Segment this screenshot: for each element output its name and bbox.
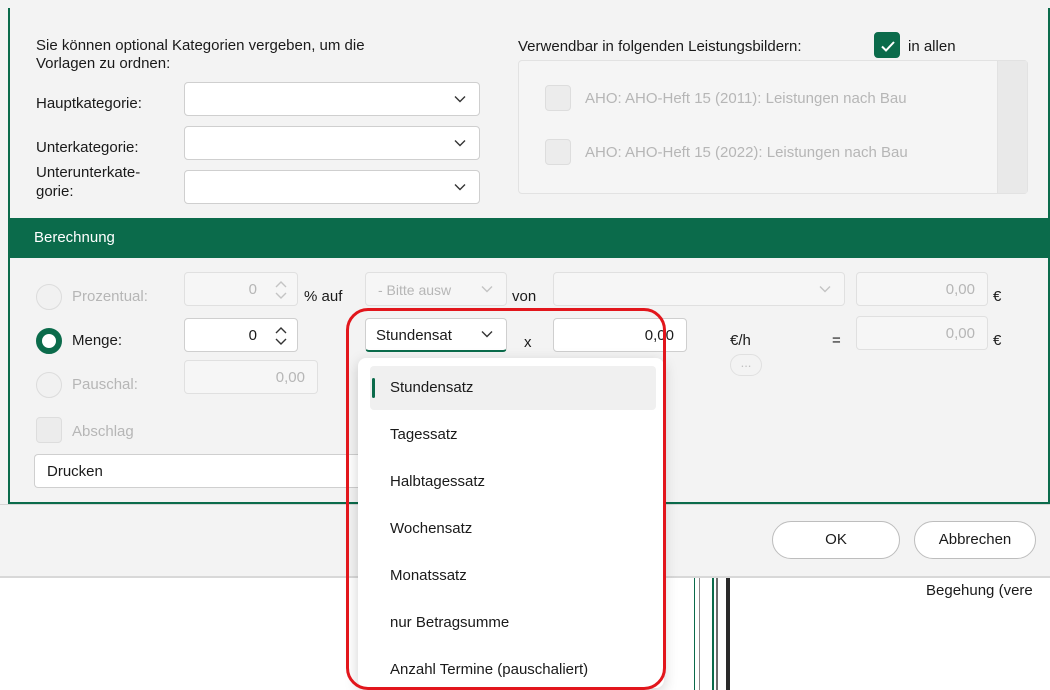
- rate-type-dropdown: Stundensatz Tagessatz Halbtagessatz Woch…: [358, 358, 664, 688]
- option-label: Tagessatz: [390, 426, 458, 443]
- sub-category-label: Unterkategorie:: [36, 139, 139, 156]
- usage-item-label: AHO: AHO-Heft 15 (2022): Leistungen nach…: [585, 144, 908, 161]
- percent-basis-select[interactable]: - Bitte ausw: [365, 272, 507, 306]
- prozentual-label: Prozentual:: [72, 288, 148, 305]
- currency-label: €: [993, 332, 1002, 349]
- option-label: Wochensatz: [390, 520, 473, 537]
- spinner-icon[interactable]: [273, 277, 289, 303]
- rate-unit-label: €/h: [730, 332, 751, 349]
- menge-label: Menge:: [72, 332, 123, 349]
- background-divider: [694, 578, 700, 690]
- menge-result: 0,00: [856, 316, 988, 350]
- section-header-berechnung: Berechnung: [10, 218, 1050, 258]
- rate-input[interactable]: 0,00: [553, 318, 687, 352]
- menge-input[interactable]: 0: [184, 318, 298, 352]
- menge-value: 0: [248, 327, 257, 344]
- dropdown-option-nur-betragsumme[interactable]: nur Betragsumme: [370, 601, 656, 645]
- subsub-category-label-2: gorie:: [36, 183, 74, 200]
- prozentual-result-value: 0,00: [945, 281, 975, 298]
- option-label: Stundensatz: [390, 379, 474, 396]
- check-icon: [881, 41, 895, 52]
- option-label: nur Betragsumme: [390, 614, 510, 631]
- dropdown-option-tagessatz[interactable]: Tagessatz: [370, 413, 656, 457]
- usage-label: Verwendbar in folgenden Leistungsbildern…: [518, 38, 802, 55]
- pauschal-label: Pauschal:: [72, 376, 138, 393]
- subsub-category-label-1: Unterunterkate-: [36, 164, 141, 181]
- usage-scrollbar[interactable]: [997, 61, 1027, 193]
- usage-item-label: AHO: AHO-Heft 15 (2011): Leistungen nach…: [585, 90, 907, 107]
- print-value: Drucken: [47, 463, 103, 480]
- selection-indicator: [372, 378, 375, 398]
- abschlag-label: Abschlag: [72, 423, 134, 440]
- menge-radio[interactable]: [36, 328, 62, 354]
- background-text: Begehung (vere: [926, 582, 1033, 599]
- all-checkbox[interactable]: [874, 32, 900, 58]
- subsub-category-select[interactable]: [184, 170, 480, 204]
- sub-category-select[interactable]: [184, 126, 480, 160]
- dropdown-option-wochensatz[interactable]: Wochensatz: [370, 507, 656, 551]
- prozentual-input[interactable]: 0: [184, 272, 298, 306]
- chevron-down-icon: [453, 92, 467, 106]
- rate-more-button[interactable]: ...: [730, 354, 762, 376]
- percent-basis-placeholder: - Bitte ausw: [378, 282, 452, 298]
- option-label: Halbtagessatz: [390, 473, 486, 490]
- main-category-label: Hauptkategorie:: [36, 95, 142, 112]
- main-category-select[interactable]: [184, 82, 480, 116]
- dropdown-option-halbtagessatz[interactable]: Halbtagessatz: [370, 460, 656, 504]
- categories-intro-2: Vorlagen zu ordnen:: [36, 55, 171, 72]
- times-label: x: [524, 334, 532, 351]
- usage-item-checkbox[interactable]: [545, 139, 571, 165]
- abschlag-checkbox[interactable]: [36, 417, 62, 443]
- rate-value: 0,00: [644, 327, 674, 344]
- dropdown-option-monatssatz[interactable]: Monatssatz: [370, 554, 656, 598]
- dropdown-option-stundensatz[interactable]: Stundensatz: [370, 366, 656, 410]
- usage-list: AHO: AHO-Heft 15 (2011): Leistungen nach…: [518, 60, 1028, 194]
- von-select[interactable]: [553, 272, 845, 306]
- prozentual-radio[interactable]: [36, 284, 62, 310]
- von-label: von: [512, 288, 537, 305]
- chevron-down-icon: [453, 180, 467, 194]
- ok-button[interactable]: OK: [772, 521, 900, 559]
- prozentual-value: 0: [248, 281, 257, 298]
- section-title: Berechnung: [34, 229, 115, 246]
- cancel-button[interactable]: Abbrechen: [914, 521, 1036, 559]
- background-window: Begehung (vere: [712, 578, 1050, 690]
- equals-label: =: [832, 332, 841, 349]
- print-select[interactable]: Drucken: [34, 454, 364, 488]
- prozentual-result: 0,00: [856, 272, 988, 306]
- rate-type-value: Stundensat: [376, 327, 452, 344]
- background-divider: [726, 578, 730, 690]
- pauschal-input[interactable]: 0,00: [184, 360, 318, 394]
- chevron-down-icon: [480, 327, 494, 341]
- option-label: Monatssatz: [390, 567, 467, 584]
- pauschal-value: 0,00: [275, 369, 305, 386]
- percent-on-label: % auf: [304, 288, 343, 305]
- currency-label: €: [993, 288, 1002, 305]
- all-label: in allen: [908, 38, 956, 55]
- spinner-icon[interactable]: [273, 323, 289, 349]
- categories-intro: Sie können optional Kategorien vergeben,…: [36, 37, 365, 54]
- chevron-down-icon: [480, 282, 494, 296]
- background-divider: [712, 578, 718, 690]
- rate-type-select[interactable]: Stundensat: [365, 318, 507, 352]
- chevron-down-icon: [818, 282, 832, 296]
- option-label: Anzahl Termine (pauschaliert): [390, 661, 589, 678]
- usage-item-checkbox[interactable]: [545, 85, 571, 111]
- chevron-down-icon: [453, 136, 467, 150]
- dropdown-option-anzahl-termine[interactable]: Anzahl Termine (pauschaliert): [370, 648, 656, 690]
- pauschal-radio[interactable]: [36, 372, 62, 398]
- menge-result-value: 0,00: [945, 325, 975, 342]
